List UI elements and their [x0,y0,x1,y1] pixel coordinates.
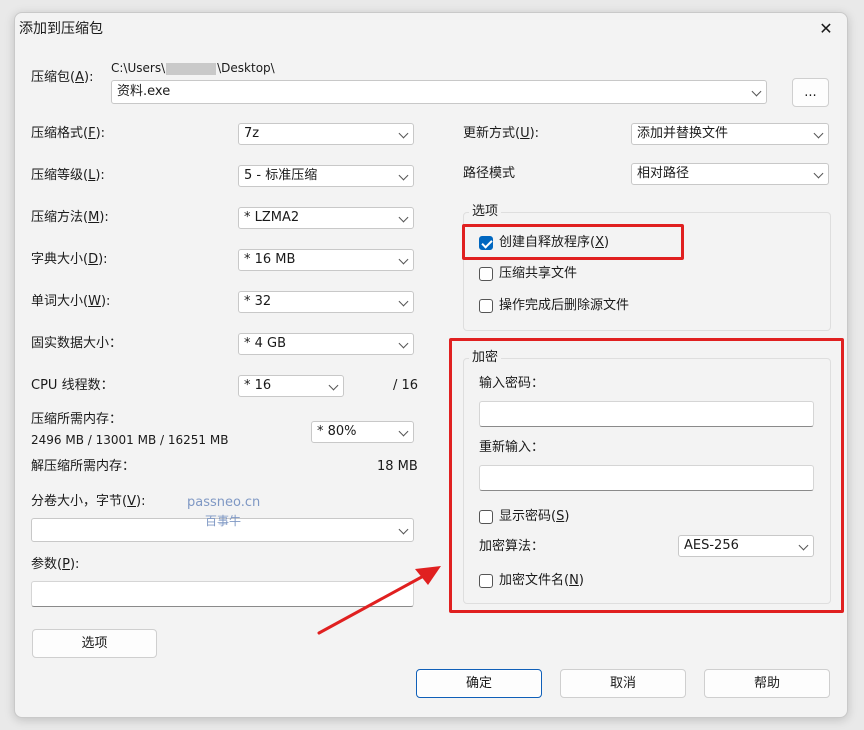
chevron-down-icon [328,380,339,391]
delete-source-checkbox[interactable] [479,299,493,313]
help-button[interactable]: 帮助 [704,669,830,698]
chevron-down-icon [398,128,409,139]
volume-label: 分卷大小，字节(V): [31,494,146,509]
memory-select[interactable]: * 80% [311,421,414,443]
highlight-box [462,224,684,260]
params-label: 参数(P): [31,557,80,572]
format-label: 压缩格式(F): [31,126,106,141]
threads-label: CPU 线程数： [31,378,114,393]
path-mode-label: 路径模式 [463,166,516,181]
method-label: 压缩方法(M): [31,210,109,225]
level-select[interactable]: 5 - 标准压缩 [238,165,414,187]
highlight-box [449,338,844,613]
archive-label: 压缩包(A): [31,70,94,85]
path-mode-select[interactable]: 相对路径 [631,163,829,185]
red-arrow-annotation [317,566,441,635]
decompress-memory-label: 解压缩所需内存： [31,459,136,474]
update-mode-select[interactable]: 添加并替换文件 [631,123,829,145]
chevron-down-icon [398,338,409,349]
archive-path: C:\Users\ \Desktop\ [111,61,275,75]
update-mode-label: 更新方式(U): [463,126,540,141]
ok-button[interactable]: 确定 [416,669,542,698]
word-label: 单词大小(W): [31,294,111,309]
decompress-memory-value: 18 MB [377,459,418,474]
options-group-title: 选项 [469,203,502,221]
word-select[interactable]: * 32 [238,291,414,313]
window-title: 添加到压缩包 [19,21,103,37]
memory-label: 压缩所需内存： [31,412,123,427]
archive-filename: 资料.exe [117,84,171,99]
add-to-archive-dialog: 添加到压缩包 ✕ 压缩包(A): C:\Users\ \Desktop\ 资料.e… [14,12,848,718]
threads-select[interactable]: * 16 [238,375,344,397]
chevron-down-icon [813,168,824,179]
close-icon[interactable]: ✕ [811,15,841,43]
options-button[interactable]: 选项 [32,629,157,658]
method-select[interactable]: * LZMA2 [238,207,414,229]
solid-label: 固实数据大小： [31,336,123,351]
format-select[interactable]: 7z [238,123,414,145]
memory-detail: 2496 MB / 13001 MB / 16251 MB [31,433,229,447]
dict-label: 字典大小(D): [31,252,108,267]
threads-max: / 16 [393,378,419,393]
watermark-brand: 百事牛 [205,514,242,528]
shared-files-label: 压缩共享文件 [499,266,578,281]
chevron-down-icon [398,212,409,223]
archive-name-combo[interactable]: 资料.exe [111,80,767,104]
chevron-down-icon [398,170,409,181]
chevron-down-icon [751,86,762,97]
chevron-down-icon [398,296,409,307]
chevron-down-icon [398,426,409,437]
redacted-username [166,62,217,75]
solid-select[interactable]: * 4 GB [238,333,414,355]
chevron-down-icon [813,128,824,139]
delete-source-label: 操作完成后删除源文件 [499,298,630,313]
dict-select[interactable]: * 16 MB [238,249,414,271]
shared-files-checkbox[interactable] [479,267,493,281]
browse-button[interactable]: ... [792,78,829,107]
cancel-button[interactable]: 取消 [560,669,686,698]
chevron-down-icon [398,524,409,535]
watermark-site: passneo.cn [187,495,261,510]
chevron-down-icon [398,254,409,265]
level-label: 压缩等级(L): [31,168,105,183]
